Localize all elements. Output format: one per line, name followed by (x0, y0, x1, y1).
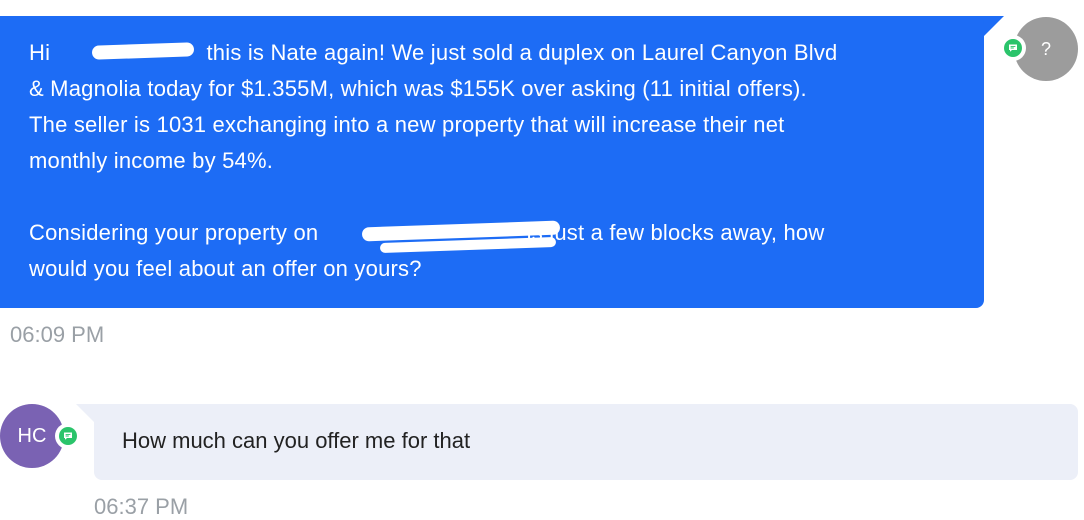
greeting-text: Hi (29, 40, 57, 65)
message-line-3: The seller is 1031 exchanging into a new… (29, 112, 785, 137)
outgoing-timestamp: 06:09 PM (10, 322, 105, 347)
incoming-bubble-tail (76, 404, 94, 422)
incoming-avatar-text: HC (17, 424, 47, 447)
incoming-message-bubble: How much can you offer me for that (94, 404, 1078, 480)
chat-icon (1004, 39, 1022, 57)
message-line-5a: Considering your property on (29, 220, 325, 245)
message-line-6: would you feel about an offer on yours? (29, 256, 422, 281)
message-line-4: monthly income by 54%. (29, 148, 274, 173)
outgoing-message-bubble: Hi this is Nate again! We just sold a du… (0, 16, 984, 308)
incoming-message-text: How much can you offer me for that (122, 428, 471, 453)
outgoing-avatar-group: ? (1000, 17, 1078, 81)
message-line-5b: is just a few blocks away, how (526, 220, 825, 245)
incoming-channel-badge (55, 423, 81, 449)
message-line-2: & Magnolia today for $1.355M, which was … (29, 76, 807, 101)
message-line-1: this is Nate again! We just sold a duple… (206, 40, 838, 65)
outgoing-channel-badge (1000, 35, 1026, 61)
chat-icon (59, 427, 77, 445)
outgoing-avatar-text: ? (1040, 38, 1051, 59)
incoming-timestamp: 06:37 PM (94, 494, 189, 519)
